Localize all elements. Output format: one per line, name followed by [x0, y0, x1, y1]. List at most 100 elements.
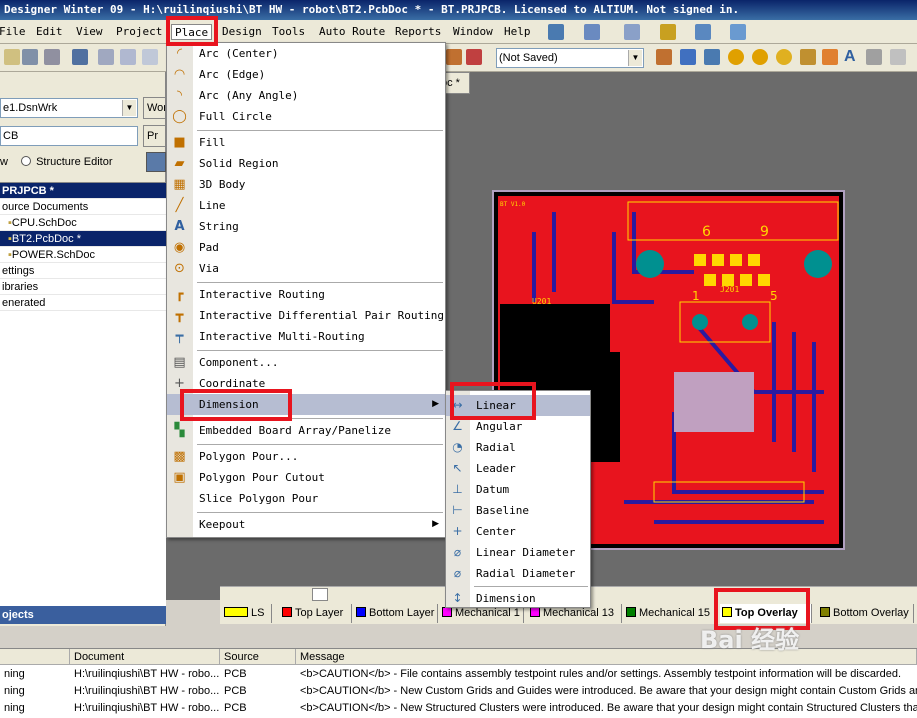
multi-route-tb-icon[interactable] [704, 49, 720, 65]
tree-item-source-documents[interactable]: ource Documents [0, 199, 166, 215]
menu-item-radial[interactable]: ◔ Radial [446, 437, 590, 458]
layers-icon[interactable] [72, 49, 88, 65]
menu-item-component[interactable]: ▤ Component... [167, 352, 445, 373]
fill-tb-icon[interactable] [800, 49, 816, 65]
column-header-message[interactable]: Message [296, 649, 917, 665]
menu-item-board-array[interactable]: ▚ Embedded Board Array/Panelize [167, 420, 445, 441]
cross-select-icon[interactable] [466, 49, 482, 65]
menu-file[interactable]: File [0, 24, 29, 40]
menu-item-angular[interactable]: ∠ Angular [446, 416, 590, 437]
message-text[interactable]: <b>CAUTION</b> - File contains assembly … [296, 666, 917, 683]
menu-auto-route[interactable]: Auto Route [316, 24, 388, 40]
layer-tab-bottom-layer[interactable]: Bottom Layer [354, 604, 438, 623]
menu-item-dimension[interactable]: Dimension ▶ [167, 394, 445, 415]
menu-item-linear-diameter[interactable]: ⌀ Linear Diameter [446, 542, 590, 563]
via-tb-icon[interactable] [752, 49, 768, 65]
string-tb-icon[interactable]: A [844, 49, 860, 65]
workspace-combo[interactable]: e1.DsnWrk ▼ [0, 98, 138, 118]
print-icon[interactable] [22, 49, 38, 65]
layer-tab-bottom-overlay[interactable]: Bottom Overlay [818, 604, 914, 623]
tree-item-project[interactable]: PRJPCB * [0, 183, 166, 199]
message-text[interactable]: <b>CAUTION</b> - New Structured Clusters… [296, 700, 917, 717]
polygon-tb-icon[interactable] [822, 49, 838, 65]
room-icon[interactable] [660, 24, 676, 40]
message-text[interactable]: <b>CAUTION</b> - New Custom Grids and Gu… [296, 683, 917, 700]
workspace-button[interactable]: Wor [143, 97, 166, 119]
align-icon[interactable] [584, 24, 600, 40]
tree-item-settings[interactable]: ettings [0, 263, 166, 279]
menu-item-interactive-routing[interactable]: ┏ Interactive Routing [167, 284, 445, 305]
menu-item-keepout[interactable]: Keepout ▶ [167, 514, 445, 535]
zoom-fit-icon[interactable] [142, 49, 158, 65]
menu-item-polygon-pour[interactable]: ▩ Polygon Pour... [167, 446, 445, 467]
menu-item-3d-body[interactable]: ▦ 3D Body [167, 174, 445, 195]
menu-item-arc-any-angle[interactable]: ◝ Arc (Any Angle) [167, 85, 445, 106]
menu-item-polygon-cutout[interactable]: ▣ Polygon Pour Cutout [167, 467, 445, 488]
project-button[interactable]: Pr [143, 125, 166, 147]
column-header-class[interactable] [0, 649, 70, 665]
menu-item-solid-region[interactable]: ▰ Solid Region [167, 153, 445, 174]
menu-view[interactable]: View [73, 24, 106, 40]
menu-project[interactable]: Project [113, 24, 165, 40]
menu-item-linear[interactable]: ↔ Linear [446, 395, 590, 416]
open-icon[interactable] [4, 49, 20, 65]
layer-tab-ls[interactable]: LS [222, 604, 272, 623]
variant-combo[interactable]: (Not Saved) ▼ [496, 48, 644, 68]
distribute-icon[interactable] [624, 24, 640, 40]
menu-item-multi-routing[interactable]: ┯ Interactive Multi-Routing [167, 326, 445, 347]
pad-tb-icon[interactable] [728, 49, 744, 65]
menu-item-datum[interactable]: ⊥ Datum [446, 479, 590, 500]
menu-place[interactable]: Place [171, 24, 213, 40]
menu-item-fill[interactable]: ■ Fill [167, 132, 445, 153]
menu-item-leader[interactable]: ↖ Leader [446, 458, 590, 479]
route-icon[interactable] [548, 24, 564, 40]
zoom-icon[interactable] [98, 49, 114, 65]
menu-item-center[interactable]: + Center [446, 521, 590, 542]
menu-item-via[interactable]: ⊙ Via [167, 258, 445, 279]
menu-item-pad[interactable]: ◉ Pad [167, 237, 445, 258]
arc-tb-icon[interactable] [776, 49, 792, 65]
menu-item-slice-polygon[interactable]: Slice Polygon Pour [167, 488, 445, 509]
menu-item-arc-edge[interactable]: ◠ Arc (Edge) [167, 64, 445, 85]
menu-item-arc-center[interactable]: ◜ Arc (Center) [167, 43, 445, 64]
chevron-down-icon[interactable]: ▼ [628, 50, 642, 66]
scroll-thumb[interactable] [312, 588, 328, 601]
menu-item-coordinate[interactable]: + Coordinate [167, 373, 445, 394]
radio-icon[interactable] [21, 156, 32, 166]
column-header-source[interactable]: Source [220, 649, 296, 665]
chevron-down-icon[interactable]: ▼ [122, 100, 136, 116]
print-preview-icon[interactable] [44, 49, 60, 65]
menu-item-string[interactable]: A String [167, 216, 445, 237]
projects-tab[interactable]: ojects [0, 606, 166, 624]
menu-window[interactable]: Window [450, 24, 496, 40]
panel-menu-icon[interactable] [146, 152, 166, 172]
zoom-area-icon[interactable] [120, 49, 136, 65]
menu-item-dimension[interactable]: ↕ Dimension [446, 588, 590, 609]
tree-item-bt2-pcbdoc[interactable]: ▪BT2.PcbDoc * [0, 231, 166, 247]
array-tb-icon[interactable] [890, 49, 906, 65]
coordinate-tb-icon[interactable] [866, 49, 882, 65]
menu-reports[interactable]: Reports [392, 24, 444, 40]
route-tb-icon[interactable] [656, 49, 672, 65]
layer-tab-top-layer[interactable]: Top Layer [280, 604, 352, 623]
menu-item-radial-diameter[interactable]: ⌀ Radial Diameter [446, 563, 590, 584]
union-icon[interactable] [695, 24, 711, 40]
diff-pair-tb-icon[interactable] [680, 49, 696, 65]
menu-edit[interactable]: Edit [33, 24, 66, 40]
grid-icon[interactable] [730, 24, 746, 40]
tree-item-libraries[interactable]: ibraries [0, 279, 166, 295]
menu-item-diff-pair-routing[interactable]: ┳ Interactive Differential Pair Routing [167, 305, 445, 326]
menu-tools[interactable]: Tools [269, 24, 308, 40]
column-header-document[interactable]: Document [70, 649, 220, 665]
file-view-radio[interactable]: w Structure Editor [0, 154, 113, 170]
menu-help[interactable]: Help [501, 24, 534, 40]
menu-item-baseline[interactable]: ⊢ Baseline [446, 500, 590, 521]
menu-design[interactable]: Design [219, 24, 265, 40]
project-combo[interactable]: CB [0, 126, 138, 146]
tree-item-cpu-schdoc[interactable]: ▪CPU.SchDoc [0, 215, 166, 231]
menu-item-line[interactable]: ╱ Line [167, 195, 445, 216]
tree-item-power-schdoc[interactable]: ▪POWER.SchDoc [0, 247, 166, 263]
menu-item-full-circle[interactable]: ◯ Full Circle [167, 106, 445, 127]
tree-item-generated[interactable]: enerated [0, 295, 166, 311]
interactive-route-tb-icon[interactable] [446, 49, 462, 65]
